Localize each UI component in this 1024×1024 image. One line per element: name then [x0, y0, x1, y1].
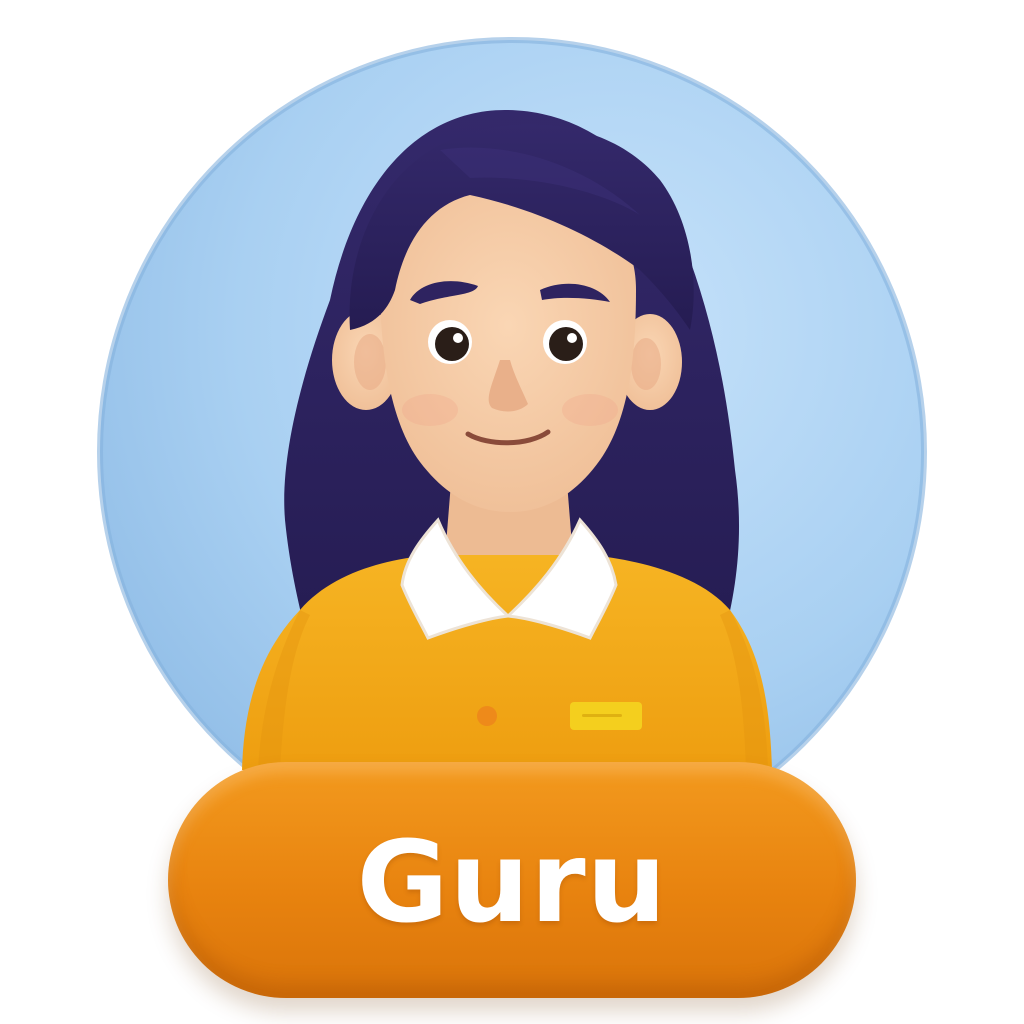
name-label: Guru: [356, 818, 668, 948]
button-dot: [477, 706, 497, 726]
right-eye: [549, 327, 583, 361]
left-eye: [435, 327, 469, 361]
name-pill[interactable]: Guru: [168, 762, 856, 998]
avatar-badge: Guru: [0, 0, 1024, 1024]
